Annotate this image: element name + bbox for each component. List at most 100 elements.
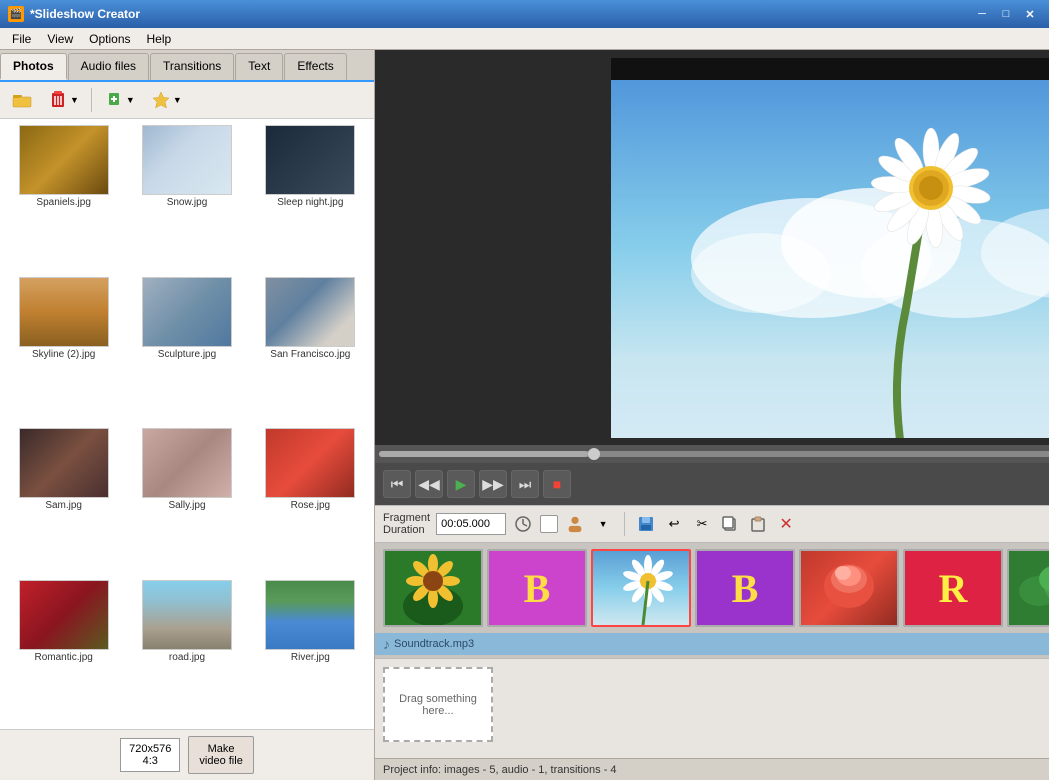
drag-area-container: Drag something here... [375,658,1049,758]
photo-grid: Spaniels.jpg Snow.jpg Sleep night.jpg Sk… [0,119,374,729]
seekbar-thumb[interactable] [588,448,600,460]
timeline-item-daisy[interactable] [591,549,691,627]
timeline-thumb-daisy [593,551,689,625]
menu-view[interactable]: View [39,30,81,48]
paste-button[interactable] [747,513,769,535]
save-icon [637,515,655,533]
rewind-start-button[interactable]: ⏮ [383,470,411,498]
step-back-button[interactable]: ◀◀ [415,470,443,498]
photo-thumb-sleepnight [265,125,355,195]
list-item[interactable]: road.jpg [127,578,246,726]
right-panel: ⏮ ◀◀ ▶ ▶▶ ⏭ ■ 📷 ⛶ 7.0 s / 33.0 s Fragmen… [375,50,1049,780]
photo-thumb-sam [19,428,109,498]
list-item[interactable]: Romantic.jpg [4,578,123,726]
tab-photos[interactable]: Photos [0,53,67,80]
open-folder-icon [12,90,32,110]
timeline-item-sunflower[interactable] [383,549,483,627]
photo-label: Sleep night.jpg [277,197,343,208]
photo-label: Spaniels.jpg [36,197,90,208]
status-text: Project info: images - 5, audio - 1, tra… [383,764,617,776]
menu-help[interactable]: Help [139,30,180,48]
timeline-item-nature[interactable] [1007,549,1049,627]
timeline-item-letter-b[interactable]: B [487,549,587,627]
drag-drop-area[interactable]: Drag something here... [383,667,493,742]
add-button[interactable]: ▼ [98,86,141,114]
close-button[interactable]: ✕ [1019,4,1041,24]
tab-transitions[interactable]: Transitions [150,53,234,80]
person-dropdown[interactable]: ▼ [592,513,614,535]
window-controls: ─ □ ✕ [971,4,1041,24]
fast-forward-button[interactable]: ⏭ [511,470,539,498]
sunflower-svg [385,551,481,625]
fragment-icon[interactable] [512,513,534,535]
maximize-button[interactable]: □ [995,4,1017,24]
add-dropdown[interactable]: ▼ [126,95,135,105]
menu-options[interactable]: Options [81,30,138,48]
status-bar: Project info: images - 5, audio - 1, tra… [375,758,1049,780]
photo-thumb-snow [142,125,232,195]
star-button[interactable]: ▼ [145,86,188,114]
left-bottom-bar: 720x5764:3 Makevideo file [0,729,374,780]
copy-button[interactable] [719,513,741,535]
list-item[interactable]: San Francisco.jpg [251,275,370,423]
tab-audio-files[interactable]: Audio files [68,53,149,80]
timeline-thumb-letter-r: R [905,551,1001,625]
play-button[interactable]: ▶ [447,470,475,498]
list-item[interactable]: Snow.jpg [127,123,246,271]
list-item[interactable]: Sleep night.jpg [251,123,370,271]
audio-track: ♪ Soundtrack.mp3 [375,633,1049,655]
preview-svg [611,58,1049,438]
seekbar[interactable] [375,445,1049,463]
stop-button[interactable]: ■ [543,470,571,498]
save-button[interactable] [635,513,657,535]
person-icon[interactable] [564,513,586,535]
checkbox-icon[interactable] [540,515,558,533]
controls-bar: ⏮ ◀◀ ▶ ▶▶ ⏭ ■ 📷 ⛶ 7.0 s / 33.0 s [375,463,1049,505]
list-item[interactable]: Spaniels.jpg [4,123,123,271]
photo-thumb-romantic [19,580,109,650]
fragment-duration-input[interactable] [436,513,506,535]
cut-button[interactable]: ✂ [691,513,713,535]
main-container: Photos Audio files Transitions Text Effe… [0,50,1049,780]
delete-item-button[interactable]: ✕ [775,513,797,535]
clock-icon [514,515,532,533]
minimize-button[interactable]: ─ [971,4,993,24]
list-item[interactable]: Sally.jpg [127,426,246,574]
preview-area [375,50,1049,445]
list-item[interactable]: Sculpture.jpg [127,275,246,423]
title-bar: 🎬 * Slideshow Creator ─ □ ✕ [0,0,1049,28]
delete-button[interactable]: ▼ [42,86,85,114]
resolution-selector[interactable]: 720x5764:3 [120,738,180,772]
timeline-thumb-letter-b: B [489,551,585,625]
photos-toolbar: ▼ ▼ ▼ [0,82,374,119]
star-dropdown[interactable]: ▼ [173,95,182,105]
timeline-item-letter-r[interactable]: R [903,549,1003,627]
photo-thumb-rose [265,428,355,498]
timeline-thumb-letter-b2: B [697,551,793,625]
timeline-item-rose[interactable] [799,549,899,627]
separator [91,88,92,112]
list-item[interactable]: River.jpg [251,578,370,726]
delete-dropdown[interactable]: ▼ [70,95,79,105]
paste-icon [749,515,767,533]
menu-file[interactable]: File [4,30,39,48]
list-item[interactable]: Sam.jpg [4,426,123,574]
photo-label: Skyline (2).jpg [32,349,95,360]
photo-label: Rose.jpg [291,500,330,511]
make-video-button[interactable]: Makevideo file [188,736,253,774]
timeline-thumb-nature [1009,551,1049,625]
timeline-scroll[interactable]: B [375,543,1049,633]
step-forward-button[interactable]: ▶▶ [479,470,507,498]
nature-svg [1009,551,1049,625]
photo-label: Snow.jpg [167,197,208,208]
timeline-item-letter-b2[interactable]: B [695,549,795,627]
undo-button[interactable]: ↩ [663,513,685,535]
tab-effects[interactable]: Effects [284,53,346,80]
list-item[interactable]: Skyline (2).jpg [4,275,123,423]
toolbar-separator [624,512,625,536]
list-item[interactable]: Rose.jpg [251,426,370,574]
seekbar-track[interactable] [379,451,1049,457]
tab-text[interactable]: Text [235,53,283,80]
photo-label: Romantic.jpg [34,652,92,663]
open-button[interactable] [6,86,38,114]
